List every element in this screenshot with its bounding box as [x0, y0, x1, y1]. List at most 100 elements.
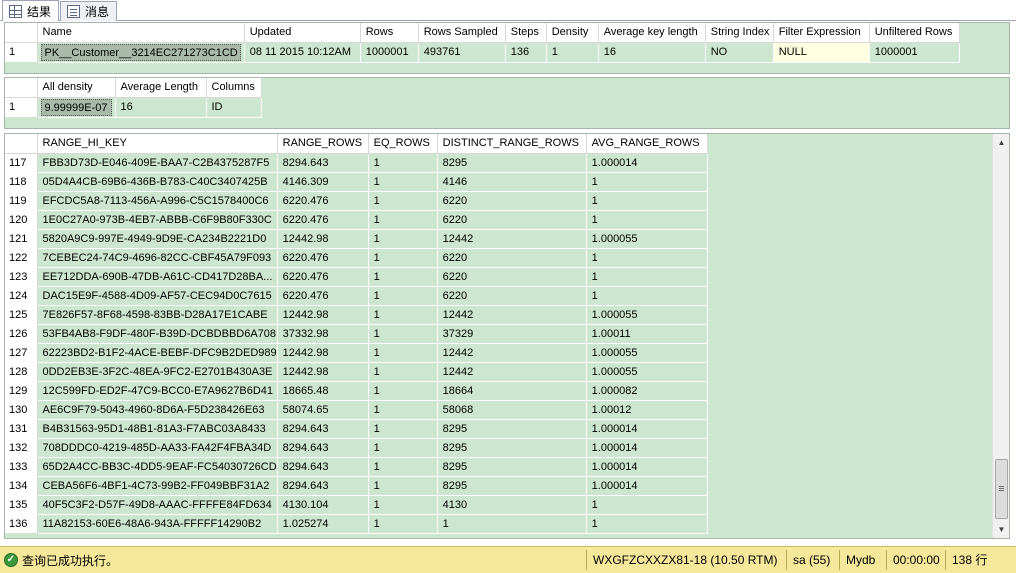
grid-cell[interactable]: 1.000014 — [586, 476, 708, 496]
scroll-up-arrow-icon[interactable]: ▲ — [993, 134, 1009, 151]
grid-cell[interactable]: 1.00012 — [586, 400, 708, 420]
grid-cell[interactable]: 12C599FD-ED2F-47C9-BCC0-E7A9627B6D41 — [37, 381, 278, 401]
stats-header-grid[interactable]: Name Updated Rows Rows Sampled Steps Density A… — [4, 22, 1010, 74]
grid-cell[interactable]: 65D2A4CC-BB3C-4DD5-9EAF-FC54030726CD — [37, 457, 278, 477]
table-row[interactable]: 134 CEBA56F6-4BF1-4C73-99B2-FF049BBF31A2 8… — [5, 476, 708, 496]
grid-cell[interactable]: 18665.48 — [277, 381, 369, 401]
table-row[interactable]: 129 12C599FD-ED2F-47C9-BCC0-E7A9627B6D41 1… — [5, 381, 708, 401]
grid-cell[interactable]: 1 — [437, 514, 587, 534]
histogram-grid[interactable]: RANGE_HI_KEY RANGE_ROWS EQ_ROWS DISTINCT_RA… — [4, 133, 1010, 539]
grid-cell[interactable]: 6220.476 — [277, 191, 369, 211]
grid-cell[interactable]: 1.000014 — [586, 457, 708, 477]
scroll-down-arrow-icon[interactable]: ▼ — [993, 521, 1009, 538]
grid-cell[interactable]: 1E0C27A0-973B-4EB7-ABBB-C6F9B80F330C — [37, 210, 278, 230]
grid-cell[interactable]: 08 11 2015 10:12AM — [244, 42, 361, 63]
table-row[interactable]: 130 AE6C9F79-5043-4960-8D6A-F5D238426E63 5… — [5, 400, 708, 420]
grid-cell[interactable]: 1 — [368, 514, 438, 534]
table-row[interactable]: 124 DAC15E9F-4588-4D09-AF57-CEC94D0C7615 6… — [5, 286, 708, 306]
table-row[interactable]: 131 B4B31563-95D1-48B1-81A3-F7ABC03A8433 8… — [5, 419, 708, 439]
grid-cell[interactable]: 1 — [368, 438, 438, 458]
table-row[interactable]: 118 05D4A4CB-69B6-436B-B783-C40C3407425B 4… — [5, 172, 708, 192]
grid-cell[interactable]: 1 — [368, 457, 438, 477]
row-number[interactable]: 119 — [5, 191, 38, 210]
grid-cell[interactable]: 1 — [368, 210, 438, 230]
table-row[interactable]: 135 40F5C3F2-D57F-49D8-AAAC-FFFFE84FD634 4… — [5, 495, 708, 515]
row-number[interactable]: 127 — [5, 343, 38, 362]
grid-cell[interactable]: 1 — [368, 419, 438, 439]
row-number[interactable]: 135 — [5, 495, 38, 514]
grid-cell[interactable]: 1 — [368, 286, 438, 306]
row-number[interactable]: 128 — [5, 362, 38, 381]
grid-cell[interactable]: 12442.98 — [277, 229, 369, 249]
row-number[interactable]: 117 — [5, 153, 38, 172]
grid-cell[interactable]: 1 — [368, 495, 438, 515]
table-row[interactable]: 1 PK__Customer__3214EC271273C1CD 08 11 201… — [5, 42, 960, 63]
column-header[interactable]: Name — [37, 23, 245, 43]
grid-cell[interactable]: 6220 — [437, 286, 587, 306]
row-number[interactable]: 1 — [5, 97, 38, 117]
tab-messages[interactable]: 消息 — [60, 1, 118, 21]
column-header[interactable]: RANGE_ROWS — [277, 134, 369, 154]
grid-cell[interactable]: 8294.643 — [277, 438, 369, 458]
grid-cell[interactable]: 1.025274 — [277, 514, 369, 534]
grid-cell[interactable]: 6220.476 — [277, 248, 369, 268]
grid-cell[interactable]: 1 — [586, 267, 708, 287]
grid-cell[interactable]: 1.000014 — [586, 419, 708, 439]
grid-cell[interactable]: 6220 — [437, 191, 587, 211]
column-header[interactable]: RANGE_HI_KEY — [37, 134, 278, 154]
grid-cell[interactable]: 1 — [546, 42, 599, 63]
grid-cell[interactable]: 1 — [368, 381, 438, 401]
grid-cell[interactable]: CEBA56F6-4BF1-4C73-99B2-FF049BBF31A2 — [37, 476, 278, 496]
grid-cell[interactable]: 1.000055 — [586, 343, 708, 363]
grid-cell[interactable]: 1 — [368, 476, 438, 496]
grid-cell[interactable]: 1.000014 — [586, 438, 708, 458]
grid-cell[interactable]: 12442 — [437, 343, 587, 363]
grid-cell[interactable]: 1 — [586, 210, 708, 230]
grid-cell[interactable]: 493761 — [418, 42, 506, 63]
grid-cell[interactable]: 1.000055 — [586, 305, 708, 325]
column-header[interactable]: AVG_RANGE_ROWS — [586, 134, 708, 154]
grid-cell[interactable]: 4146 — [437, 172, 587, 192]
grid-cell[interactable]: 8294.643 — [277, 419, 369, 439]
grid-cell[interactable]: 1.000082 — [586, 381, 708, 401]
column-header[interactable]: Steps — [505, 23, 547, 43]
grid-cell[interactable]: 8295 — [437, 438, 587, 458]
table-row[interactable]: 132 708DDDC0-4219-485D-AA33-FA42F4FBA34D 8… — [5, 438, 708, 458]
grid-cell[interactable]: 53FB4AB8-F9DF-480F-B39D-DCBDBBD6A708 — [37, 324, 278, 344]
grid-cell[interactable]: 1 — [368, 191, 438, 211]
grid-cell[interactable]: 37332.98 — [277, 324, 369, 344]
grid-cell[interactable]: 18664 — [437, 381, 587, 401]
column-header[interactable]: Filter Expression — [773, 23, 870, 43]
row-number[interactable]: 126 — [5, 324, 38, 343]
grid-cell[interactable]: 8294.643 — [277, 457, 369, 477]
row-number[interactable]: 118 — [5, 172, 38, 191]
grid-cell[interactable]: 12442.98 — [277, 305, 369, 325]
grid-cell[interactable]: 6220 — [437, 267, 587, 287]
grid-cell[interactable]: 40F5C3F2-D57F-49D8-AAAC-FFFFE84FD634 — [37, 495, 278, 515]
row-number[interactable]: 131 — [5, 419, 38, 438]
row-number[interactable]: 134 — [5, 476, 38, 495]
grid-cell[interactable]: 12442 — [437, 362, 587, 382]
grid-cell[interactable]: 1 — [586, 191, 708, 211]
grid-cell[interactable]: 1 — [368, 400, 438, 420]
grid-cell[interactable]: 9.99999E-07 — [37, 97, 116, 118]
table-row[interactable]: 127 62223BD2-B1F2-4ACE-BEBF-DFC9B2DED989 1… — [5, 343, 708, 363]
table-row[interactable]: 125 7E826F57-8F68-4598-83BB-D28A17E1CABE 1… — [5, 305, 708, 325]
table-row[interactable]: 123 EE712DDA-690B-47DB-A61C-CD417D28BA...… — [5, 267, 708, 287]
row-number[interactable]: 123 — [5, 267, 38, 286]
row-number[interactable]: 125 — [5, 305, 38, 324]
column-header[interactable]: Rows — [360, 23, 419, 43]
row-number[interactable]: 133 — [5, 457, 38, 476]
grid-cell[interactable]: 1 — [586, 514, 708, 534]
grid-cell[interactable]: 8294.643 — [277, 476, 369, 496]
table-row[interactable]: 133 65D2A4CC-BB3C-4DD5-9EAF-FC54030726CD 8… — [5, 457, 708, 477]
row-number[interactable]: 122 — [5, 248, 38, 267]
scrollbar-thumb[interactable] — [995, 459, 1008, 519]
grid-cell[interactable]: 8295 — [437, 476, 587, 496]
grid-cell[interactable]: 1.000014 — [586, 153, 708, 173]
row-number[interactable]: 130 — [5, 400, 38, 419]
grid-cell[interactable]: 1.00011 — [586, 324, 708, 344]
row-number[interactable]: 1 — [5, 42, 38, 62]
table-row[interactable]: 1 9.99999E-07 16 ID — [5, 97, 262, 118]
grid-cell[interactable]: 05D4A4CB-69B6-436B-B783-C40C3407425B — [37, 172, 278, 192]
